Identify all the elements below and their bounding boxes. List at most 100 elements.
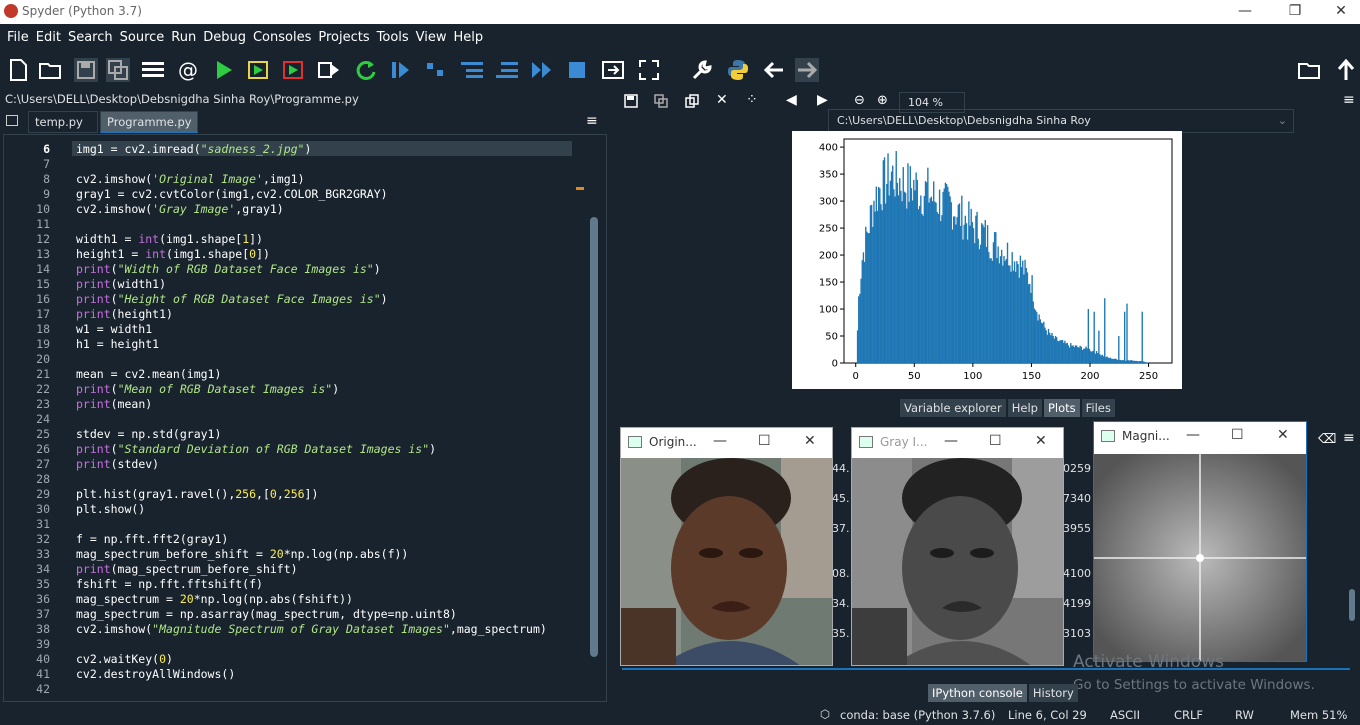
- code-editor[interactable]: 6 7 8 9 10 11 12 13 14 15 16 17 18 19 20 21 22 23 24 25 26 27…: [3, 134, 607, 702]
- maximize-button[interactable]: ❐: [1272, 0, 1318, 24]
- tab-temp[interactable]: temp.py ✕: [28, 111, 98, 149]
- menu-projects[interactable]: Projects: [311, 24, 369, 51]
- menu-bar: File Edit Search Source Run Debug Consoles Proj…: [0, 24, 1360, 50]
- console-options-icon[interactable]: ≡: [1343, 430, 1355, 446]
- run-cell-icon[interactable]: [247, 58, 271, 82]
- tab-history[interactable]: History: [1028, 684, 1078, 702]
- step-return-icon[interactable]: [495, 58, 519, 82]
- histogram-bar: [890, 171, 893, 363]
- forward-arrow-icon[interactable]: [795, 58, 819, 82]
- histogram-bar: [1104, 298, 1106, 363]
- tab-ipython-console[interactable]: IPython console: [928, 684, 1027, 702]
- rerun-icon[interactable]: [354, 58, 378, 82]
- tab-variable-explorer[interactable]: Variable explorer: [900, 399, 1006, 417]
- magnitude-spectrum-window[interactable]: Magni... — ☐ ✕: [1093, 421, 1307, 662]
- back-arrow-icon[interactable]: [762, 58, 786, 82]
- menu-view[interactable]: View: [409, 24, 447, 51]
- close-button[interactable]: ✕: [804, 433, 816, 449]
- tab-programme[interactable]: Programme.py ✕: [100, 111, 198, 149]
- x-tick-label: 150: [1022, 371, 1041, 382]
- step-icon[interactable]: [424, 58, 448, 82]
- tab-help[interactable]: Help: [1007, 399, 1042, 417]
- console-scrollbar-thumb[interactable]: [1349, 589, 1355, 621]
- maximize-pane-icon[interactable]: [601, 58, 625, 82]
- close-button[interactable]: ✕: [1035, 433, 1047, 449]
- save-plot-icon[interactable]: [624, 94, 638, 111]
- menu-debug[interactable]: Debug: [196, 24, 246, 51]
- parent-directory-icon[interactable]: [1334, 58, 1358, 82]
- y-tick-label: 350: [819, 170, 838, 181]
- next-plot-icon[interactable]: ▶: [817, 92, 828, 108]
- remove-plot-icon[interactable]: ✕: [716, 92, 728, 108]
- menu-search[interactable]: Search: [61, 24, 113, 51]
- menu-help[interactable]: Help: [447, 24, 484, 51]
- window-title: Origin...: [649, 435, 697, 449]
- stop-debug-icon[interactable]: [565, 58, 589, 82]
- close-button[interactable]: ✕: [1318, 0, 1360, 24]
- window-title-bar[interactable]: Magni... — ☐ ✕: [1094, 422, 1306, 450]
- save-all-plots-icon[interactable]: [654, 94, 668, 111]
- histogram-bar: [1095, 351, 1098, 363]
- menu-consoles[interactable]: Consoles: [246, 24, 311, 51]
- maximize-button[interactable]: ☐: [1231, 427, 1244, 443]
- editor-scrollbar-thumb[interactable]: [590, 217, 598, 657]
- clear-console-icon[interactable]: ⌫: [1318, 432, 1336, 447]
- menu-run[interactable]: Run: [164, 24, 196, 51]
- line-number: 25: [36, 427, 50, 441]
- histogram-bar: [899, 178, 901, 363]
- copy-plot-icon[interactable]: [685, 94, 699, 111]
- new-file-icon[interactable]: [6, 58, 30, 82]
- histogram-bar: [1132, 360, 1134, 363]
- remove-all-plots-icon[interactable]: ⁘: [746, 92, 758, 108]
- minimize-button[interactable]: —: [1186, 427, 1200, 443]
- zoom-in-icon[interactable]: ⊕: [877, 93, 888, 108]
- histogram-bar: [858, 296, 860, 363]
- previous-plot-icon[interactable]: ◀: [786, 92, 797, 108]
- debug-icon[interactable]: [388, 58, 412, 82]
- open-file-icon[interactable]: [39, 58, 63, 82]
- browse-tabs-icon[interactable]: [6, 115, 18, 126]
- menu-tools[interactable]: Tools: [370, 24, 409, 51]
- window-title-bar[interactable]: Origin... — ☐ ✕: [621, 428, 832, 456]
- plots-options-icon[interactable]: ≡: [1343, 92, 1355, 108]
- window-title-bar[interactable]: Gray I... — ☐ ✕: [852, 428, 1063, 456]
- minimize-button[interactable]: —: [944, 433, 958, 449]
- menu-source[interactable]: Source: [113, 24, 165, 51]
- histogram-bar: [961, 195, 963, 363]
- menu-file[interactable]: File: [0, 24, 29, 51]
- histogram-bar: [943, 188, 945, 363]
- maximize-button[interactable]: ☐: [758, 433, 771, 449]
- original-image-window[interactable]: Origin... — ☐ ✕: [620, 427, 833, 666]
- histogram-bar: [1142, 361, 1145, 363]
- run-cell-advance-icon[interactable]: [282, 58, 306, 82]
- histogram-bar: [1141, 311, 1143, 363]
- minimize-button[interactable]: —: [1222, 0, 1268, 24]
- zoom-level-field[interactable]: 104 %: [899, 92, 965, 113]
- histogram-bar: [1134, 360, 1136, 363]
- histogram-bar: [1064, 340, 1066, 363]
- save-all-icon[interactable]: [106, 58, 130, 82]
- browse-folder-icon[interactable]: [1298, 58, 1322, 82]
- maximize-button[interactable]: ☐: [989, 433, 1002, 449]
- python-path-icon[interactable]: [726, 58, 750, 82]
- histogram-bar: [1034, 310, 1037, 363]
- histogram-bar: [970, 208, 972, 363]
- editor-options-icon[interactable]: ≡: [586, 113, 598, 129]
- continue-icon[interactable]: [530, 58, 554, 82]
- fullscreen-icon[interactable]: [637, 58, 661, 82]
- run-icon[interactable]: [212, 58, 236, 82]
- save-icon[interactable]: [74, 58, 98, 82]
- close-button[interactable]: ✕: [1277, 427, 1289, 443]
- tab-plots[interactable]: Plots: [1043, 399, 1080, 417]
- step-into-icon[interactable]: [460, 58, 484, 82]
- histogram-bar: [870, 204, 873, 363]
- menu-edit[interactable]: Edit: [29, 24, 61, 51]
- at-symbol-icon[interactable]: @: [176, 58, 200, 82]
- outline-list-icon[interactable]: [141, 58, 165, 82]
- minimize-button[interactable]: —: [713, 433, 727, 449]
- zoom-out-icon[interactable]: ⊖: [854, 93, 865, 108]
- tab-files[interactable]: Files: [1081, 399, 1115, 417]
- gray-image-window[interactable]: Gray I... — ☐ ✕: [851, 427, 1064, 666]
- preferences-wrench-icon[interactable]: [690, 58, 714, 82]
- run-selection-icon[interactable]: [317, 58, 341, 82]
